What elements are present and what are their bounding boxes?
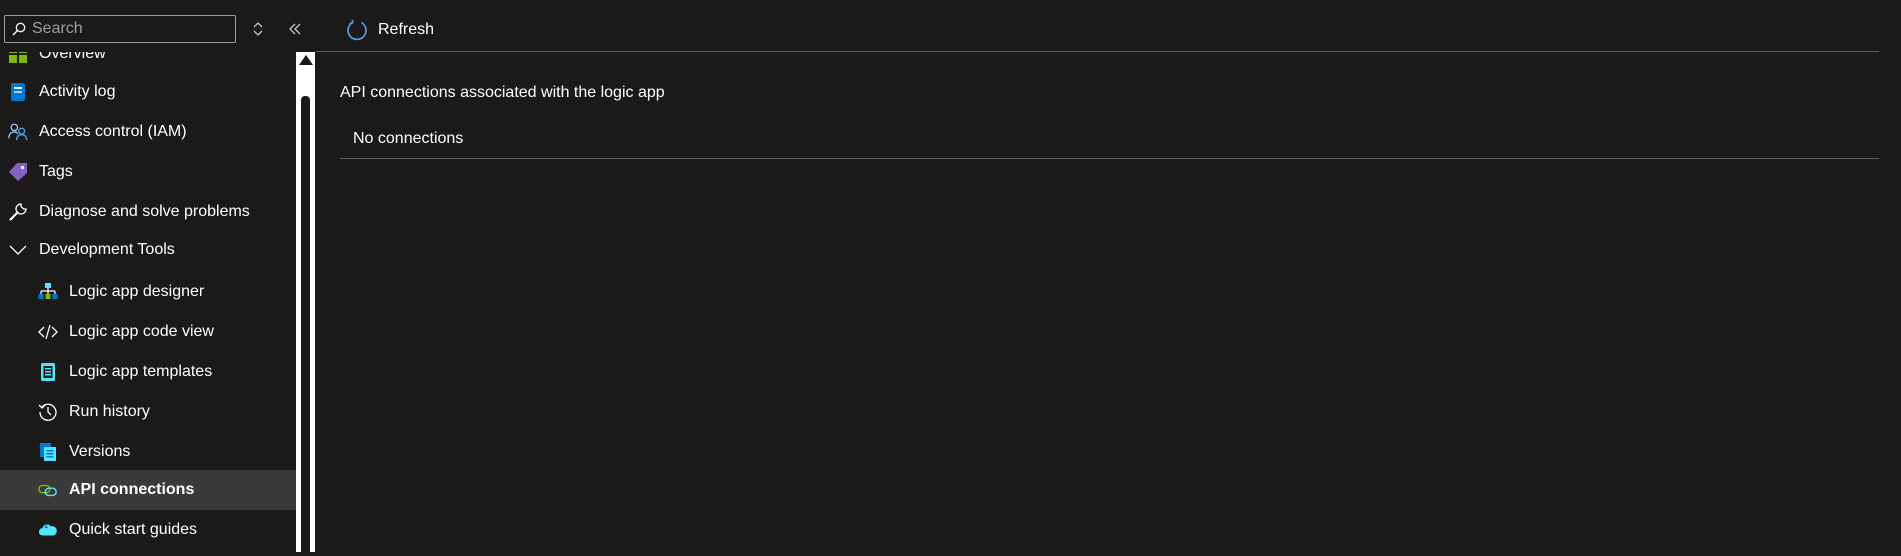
code-icon xyxy=(38,322,58,342)
overview-grid-icon xyxy=(8,52,28,64)
collapse-sidebar-icon[interactable] xyxy=(284,18,306,40)
sidebar-item-access-control[interactable]: Access control (IAM) xyxy=(0,112,296,152)
sidebar-item-label: Logic app designer xyxy=(69,283,205,300)
api-connection-icon xyxy=(38,480,58,500)
search-box[interactable] xyxy=(4,15,236,43)
sidebar-item-quick-start-guides[interactable]: Quick start guides xyxy=(0,510,296,550)
sidebar-item-label: Activity log xyxy=(39,83,116,100)
sidebar-item-tags[interactable]: Tags xyxy=(0,152,296,192)
section-title: API connections associated with the logi… xyxy=(340,84,665,101)
scroll-up-arrow-icon[interactable] xyxy=(299,55,313,65)
sidebar-search-row xyxy=(0,0,316,56)
scroll-thumb[interactable] xyxy=(301,96,310,556)
history-icon xyxy=(38,402,58,422)
sidebar-item-label: Tags xyxy=(39,163,73,180)
main-content: Refresh API connections associated with … xyxy=(316,0,1901,552)
sidebar-item-run-history[interactable]: Run history xyxy=(0,392,296,432)
sidebar-item-label: Logic app code view xyxy=(69,323,214,340)
templates-icon xyxy=(38,362,58,382)
versions-icon xyxy=(38,442,58,462)
sidebar-item-overview[interactable]: Overview xyxy=(0,52,296,74)
sidebar-item-logic-app-templates[interactable]: Logic app templates xyxy=(0,352,296,392)
refresh-icon xyxy=(347,19,367,41)
sidebar-item-label: Access control (IAM) xyxy=(39,123,187,140)
sidebar: Overview Activity log Acc xyxy=(0,0,315,556)
sidebar-item-api-connections[interactable]: API connections xyxy=(0,470,296,510)
search-icon xyxy=(12,22,26,36)
refresh-button[interactable]: Refresh xyxy=(346,16,434,44)
sidebar-item-diagnose[interactable]: Diagnose and solve problems xyxy=(0,192,296,232)
sidebar-item-label: API connections xyxy=(69,481,195,498)
people-icon xyxy=(8,122,28,142)
wrench-icon xyxy=(8,202,28,222)
sidebar-item-label: Logic app templates xyxy=(69,363,213,380)
sidebar-item-label: Quick start guides xyxy=(69,521,198,538)
sidebar-item-activity-log[interactable]: Activity log xyxy=(0,72,296,112)
designer-hierarchy-icon xyxy=(38,282,58,302)
sidebar-item-logic-app-designer[interactable]: Logic app designer xyxy=(0,272,296,312)
sidebar-nav: Overview Activity log Access control (IA… xyxy=(0,52,296,552)
sidebar-item-label: Overview xyxy=(39,52,106,62)
refresh-label: Refresh xyxy=(378,21,435,38)
sidebar-item-label: Versions xyxy=(69,443,131,460)
sidebar-item-label: Diagnose and solve problems xyxy=(39,203,250,220)
sidebar-item-versions[interactable]: Versions xyxy=(0,432,296,472)
sort-updown-icon[interactable] xyxy=(248,18,268,40)
sidebar-item-label: Development Tools xyxy=(39,241,175,258)
sidebar-scrollbar[interactable] xyxy=(296,52,315,556)
tag-icon xyxy=(8,162,28,182)
activity-log-icon xyxy=(8,82,28,102)
chevron-down-icon xyxy=(8,240,28,260)
sidebar-group-development-tools[interactable]: Development Tools xyxy=(0,230,296,270)
sidebar-item-label: Run history xyxy=(69,403,150,420)
empty-state-text: No connections xyxy=(353,130,464,147)
sidebar-item-logic-app-code-view[interactable]: Logic app code view xyxy=(0,312,296,352)
table-row: No connections xyxy=(340,126,1879,159)
toolbar: Refresh xyxy=(316,0,1879,52)
cloud-icon xyxy=(38,520,58,540)
search-input[interactable] xyxy=(32,20,222,38)
